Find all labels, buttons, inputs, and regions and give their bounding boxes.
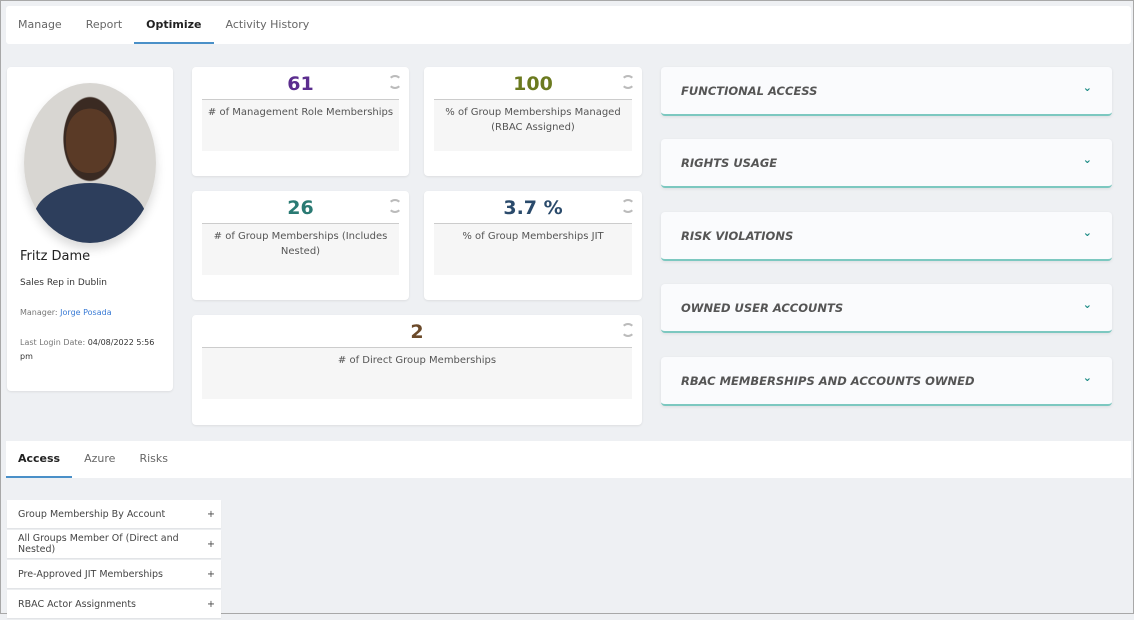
stat-label: # of Management Role Memberships	[202, 99, 399, 151]
chevron-down-icon: ⌄	[1083, 81, 1092, 94]
stat-value: 61	[192, 73, 409, 95]
chevron-down-icon: ⌄	[1083, 298, 1092, 311]
tab-report[interactable]: Report	[74, 6, 134, 44]
accordion-title: RISK VIOLATIONS	[681, 229, 793, 243]
stat-card-direct-groups: 2 # of Direct Group Memberships	[192, 315, 642, 425]
stat-value: 26	[192, 197, 409, 219]
chevron-down-icon: ⌄	[1083, 371, 1092, 384]
bottom-tab-bar: Access Azure Risks	[6, 441, 1131, 478]
stat-card-managed-percent: 100 % of Group Memberships Managed (RBAC…	[424, 67, 642, 176]
refresh-icon[interactable]	[388, 75, 402, 89]
tab-activity-history[interactable]: Activity History	[214, 6, 322, 44]
manager-link[interactable]: Jorge Posada	[60, 308, 111, 317]
plus-icon: +	[207, 539, 215, 550]
section-all-groups-member-of[interactable]: All Groups Member Of (Direct and Nested)…	[7, 530, 221, 558]
avatar	[24, 83, 156, 243]
section-label: RBAC Actor Assignments	[18, 599, 136, 610]
manager-label: Manager:	[20, 308, 58, 317]
stat-label: # of Direct Group Memberships	[202, 347, 632, 399]
refresh-icon[interactable]	[621, 75, 635, 89]
accordion-title: OWNED USER ACCOUNTS	[681, 301, 843, 315]
refresh-icon[interactable]	[621, 323, 635, 337]
stat-value: 3.7 %	[424, 197, 642, 219]
accordion-functional-access[interactable]: FUNCTIONAL ACCESS ⌄	[661, 67, 1112, 116]
accordion-title: RBAC MEMBERSHIPS AND ACCOUNTS OWNED	[681, 374, 975, 388]
last-login-label: Last Login Date:	[20, 338, 85, 347]
accordion-rights-usage[interactable]: RIGHTS USAGE ⌄	[661, 139, 1112, 188]
refresh-icon[interactable]	[621, 199, 635, 213]
profile-card: Fritz Dame Sales Rep in Dublin Manager: …	[7, 67, 173, 391]
stat-label: % of Group Memberships Managed (RBAC Ass…	[434, 99, 632, 151]
plus-icon: +	[207, 599, 215, 610]
stat-card-management-roles: 61 # of Management Role Memberships	[192, 67, 409, 176]
section-label: Group Membership By Account	[18, 509, 165, 520]
accordion-owned-user-accounts[interactable]: OWNED USER ACCOUNTS ⌄	[661, 284, 1112, 333]
stat-value: 2	[192, 321, 642, 343]
chevron-down-icon: ⌄	[1083, 226, 1092, 239]
section-group-membership-by-account[interactable]: Group Membership By Account +	[7, 500, 221, 528]
access-section-list: Group Membership By Account + All Groups …	[7, 500, 221, 620]
top-tab-bar: Manage Report Optimize Activity History	[6, 6, 1131, 44]
section-pre-approved-jit[interactable]: Pre-Approved JIT Memberships +	[7, 560, 221, 588]
profile-name: Fritz Dame	[20, 249, 90, 264]
profile-manager: Manager: Jorge Posada	[20, 308, 112, 317]
accordion-title: RIGHTS USAGE	[681, 156, 777, 170]
section-label: Pre-Approved JIT Memberships	[18, 569, 163, 580]
plus-icon: +	[207, 569, 215, 580]
plus-icon: +	[207, 509, 215, 520]
tab-risks[interactable]: Risks	[127, 441, 180, 478]
refresh-icon[interactable]	[388, 199, 402, 213]
profile-last-login: Last Login Date: 04/08/2022 5:56 pm	[20, 336, 165, 364]
stat-value: 100	[424, 73, 642, 95]
accordion-risk-violations[interactable]: RISK VIOLATIONS ⌄	[661, 212, 1112, 261]
stat-card-jit-percent: 3.7 % % of Group Memberships JIT	[424, 191, 642, 300]
tab-access[interactable]: Access	[6, 441, 72, 478]
tab-manage[interactable]: Manage	[6, 6, 74, 44]
chevron-down-icon: ⌄	[1083, 153, 1092, 166]
stat-label: % of Group Memberships JIT	[434, 223, 632, 275]
tab-optimize[interactable]: Optimize	[134, 6, 213, 44]
tab-azure[interactable]: Azure	[72, 441, 127, 478]
stat-label: # of Group Memberships (Includes Nested)	[202, 223, 399, 275]
accordion-rbac-memberships[interactable]: RBAC MEMBERSHIPS AND ACCOUNTS OWNED ⌄	[661, 357, 1112, 406]
stat-card-group-memberships: 26 # of Group Memberships (Includes Nest…	[192, 191, 409, 300]
profile-role: Sales Rep in Dublin	[20, 278, 107, 288]
accordion-title: FUNCTIONAL ACCESS	[681, 84, 817, 98]
section-label: All Groups Member Of (Direct and Nested)	[18, 533, 207, 555]
